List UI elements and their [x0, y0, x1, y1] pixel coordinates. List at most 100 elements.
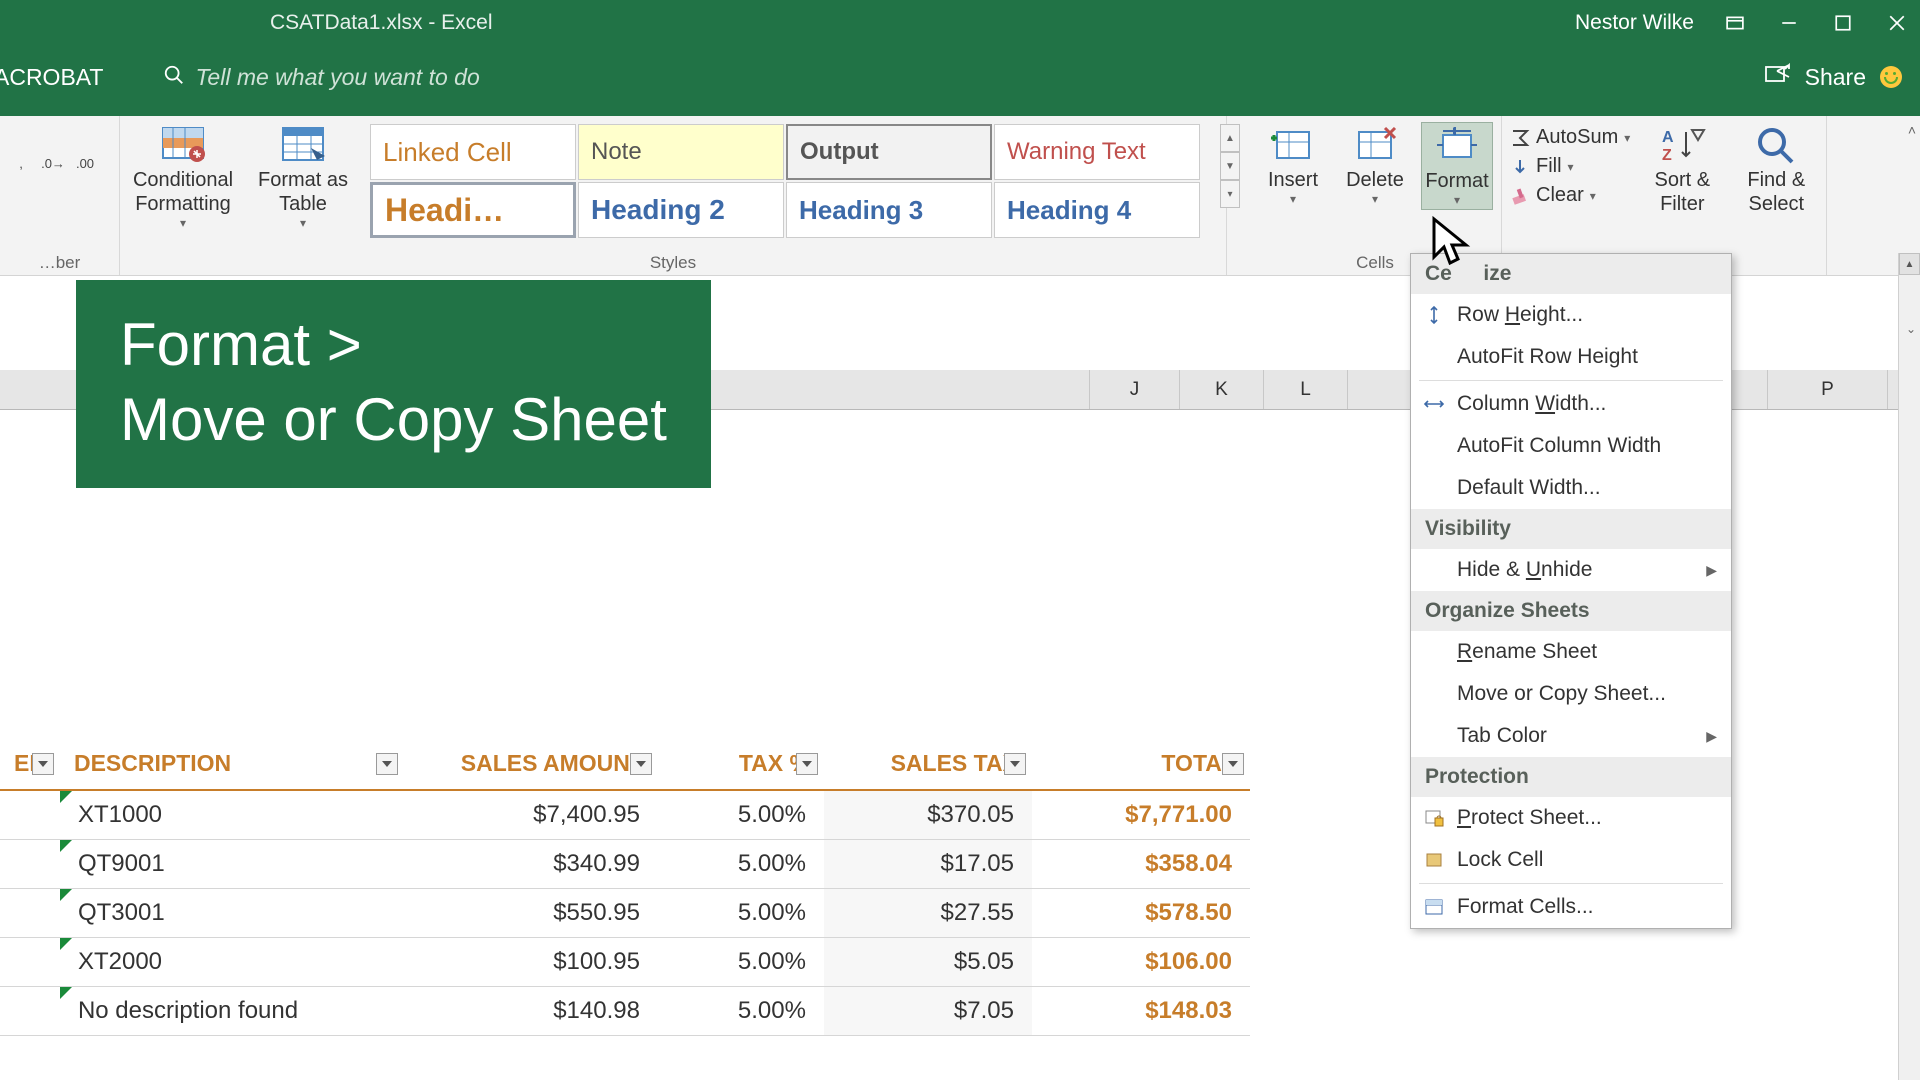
- clear-button[interactable]: Clear▾: [1510, 184, 1630, 207]
- svg-text:Z: Z: [1662, 147, 1672, 164]
- menu-hide-unhide[interactable]: Hide & Unhide ▶: [1411, 549, 1731, 591]
- filter-button[interactable]: [376, 753, 398, 775]
- format-as-table-button[interactable]: Format as Table ▾: [248, 122, 358, 230]
- increase-decimal-button[interactable]: .0→: [40, 152, 66, 174]
- submenu-arrow-icon: ▶: [1706, 728, 1717, 745]
- th-tax-pct[interactable]: TAX %: [658, 738, 824, 790]
- maximize-icon[interactable]: [1830, 10, 1856, 36]
- style-heading-4[interactable]: Heading 4: [994, 182, 1200, 238]
- menu-header-protection: Protection: [1411, 757, 1731, 797]
- delete-button[interactable]: Delete ▾: [1339, 122, 1411, 206]
- menu-col-width[interactable]: Column Width...: [1411, 383, 1731, 425]
- col-header-p[interactable]: P: [1768, 370, 1888, 409]
- menu-row-height[interactable]: Row Height...: [1411, 294, 1731, 336]
- th-description[interactable]: DESCRIPTION: [60, 738, 404, 790]
- share-button[interactable]: Share: [1805, 64, 1866, 91]
- menu-autofit-row[interactable]: AutoFit Row Height: [1411, 336, 1731, 378]
- style-linked-cell[interactable]: Linked Cell: [370, 124, 576, 180]
- conditional-formatting-icon: [159, 124, 207, 164]
- vertical-scrollbar[interactable]: ▲: [1898, 253, 1920, 1080]
- th-er[interactable]: ER: [0, 738, 60, 790]
- filter-button[interactable]: [32, 753, 54, 775]
- clear-icon: [1510, 187, 1530, 205]
- menu-lock-cell[interactable]: Lock Cell: [1411, 839, 1731, 881]
- gallery-scroll-down[interactable]: ▼: [1220, 152, 1240, 180]
- style-heading-2[interactable]: Heading 2: [578, 182, 784, 238]
- menu-tab-color[interactable]: Tab Color ▶: [1411, 715, 1731, 757]
- conditional-formatting-button[interactable]: Conditional Formatting ▾: [128, 122, 238, 230]
- col-header-k[interactable]: K: [1180, 370, 1264, 409]
- tab-acrobat[interactable]: ACROBAT: [0, 64, 123, 99]
- find-icon: [1752, 124, 1800, 164]
- autosum-icon: [1510, 129, 1530, 147]
- format-menu: Cell Size Row Height... AutoFit Row Heig…: [1410, 253, 1732, 929]
- table-row[interactable]: XT1000$7,400.955.00%$370.05$7,771.00: [0, 790, 1250, 840]
- ribbon: , .0→ .00 …ber Conditional Formatting ▾ …: [0, 116, 1920, 276]
- minimize-icon[interactable]: [1776, 10, 1802, 36]
- lock-cell-icon: [1423, 850, 1445, 870]
- menu-header-visibility: Visibility: [1411, 509, 1731, 549]
- menu-rename-sheet[interactable]: Rename Sheet: [1411, 631, 1731, 673]
- tell-me-search[interactable]: Tell me what you want to do: [163, 64, 479, 99]
- cell-styles-gallery[interactable]: Linked Cell Note Output Warning Text Hea…: [368, 122, 1218, 240]
- menu-format-cells[interactable]: Format Cells...: [1411, 886, 1731, 928]
- style-output[interactable]: Output: [786, 124, 992, 180]
- find-select-button[interactable]: Find & Select: [1734, 122, 1818, 216]
- filter-button[interactable]: [1222, 753, 1244, 775]
- menu-autofit-col[interactable]: AutoFit Column Width: [1411, 425, 1731, 467]
- insert-button[interactable]: Insert ▾: [1257, 122, 1329, 206]
- table-row[interactable]: QT3001$550.955.00%$27.55$578.50: [0, 889, 1250, 938]
- th-sales-tax[interactable]: SALES TAX: [824, 738, 1032, 790]
- menu-default-width[interactable]: Default Width...: [1411, 467, 1731, 509]
- fill-button[interactable]: Fill▾: [1510, 155, 1630, 178]
- gallery-scroll-up[interactable]: ▲: [1220, 124, 1240, 152]
- feedback-icon[interactable]: [1880, 66, 1902, 88]
- col-header-l[interactable]: L: [1264, 370, 1348, 409]
- close-icon[interactable]: [1884, 10, 1910, 36]
- th-sales-amount[interactable]: SALES AMOUNT: [404, 738, 658, 790]
- editing-group: AutoSum▾ Fill▾ Clear▾ AZ Sort & Filter F…: [1502, 116, 1827, 275]
- scroll-up-button[interactable]: ▲: [1899, 253, 1920, 275]
- decrease-decimal-button[interactable]: .00: [72, 152, 98, 174]
- collapse-ribbon-icon[interactable]: ˄: [1908, 122, 1916, 138]
- chevron-down-icon: ▾: [180, 216, 186, 230]
- mouse-cursor: [1428, 215, 1472, 276]
- filter-button[interactable]: [630, 753, 652, 775]
- formula-expand-icon[interactable]: ⌄: [1906, 322, 1916, 336]
- style-heading-3[interactable]: Heading 3: [786, 182, 992, 238]
- style-heading-1[interactable]: Headi…: [370, 182, 576, 238]
- th-total[interactable]: TOTAL: [1032, 738, 1250, 790]
- ribbon-display-icon[interactable]: [1722, 10, 1748, 36]
- style-note[interactable]: Note: [578, 124, 784, 180]
- insert-icon: [1269, 124, 1317, 164]
- user-name[interactable]: Nestor Wilke: [1575, 11, 1694, 35]
- table-row[interactable]: No description found$140.985.00%$7.05$14…: [0, 987, 1250, 1036]
- col-width-icon: [1423, 394, 1445, 414]
- search-icon: [163, 64, 185, 91]
- fill-icon: [1510, 158, 1530, 176]
- menu-move-copy-sheet[interactable]: Move or Copy Sheet...: [1411, 673, 1731, 715]
- table-row[interactable]: XT2000$100.955.00%$5.05$106.00: [0, 938, 1250, 987]
- format-as-table-icon: [279, 124, 327, 164]
- window-title: CSATData1.xlsx - Excel: [270, 11, 493, 35]
- sort-filter-button[interactable]: AZ Sort & Filter: [1640, 122, 1724, 216]
- autosum-button[interactable]: AutoSum▾: [1510, 126, 1630, 149]
- menu-protect-sheet[interactable]: Protect Sheet...: [1411, 797, 1731, 839]
- chevron-down-icon: ▾: [1290, 192, 1296, 206]
- comma-style-button[interactable]: ,: [8, 152, 34, 174]
- chevron-down-icon: ▾: [1372, 192, 1378, 206]
- filter-button[interactable]: [1004, 753, 1026, 775]
- style-warning[interactable]: Warning Text: [994, 124, 1200, 180]
- col-header-j[interactable]: J: [1090, 370, 1180, 409]
- filter-button[interactable]: [796, 753, 818, 775]
- menu-header-organize: Organize Sheets: [1411, 591, 1731, 631]
- gallery-more[interactable]: ▾: [1220, 180, 1240, 208]
- format-button[interactable]: Format ▾: [1421, 122, 1493, 210]
- share-icon[interactable]: [1763, 63, 1791, 92]
- data-table: ER DESCRIPTION SALES AMOUNT TAX % SALES …: [0, 738, 1250, 1036]
- table-row[interactable]: QT9001$340.995.00%$17.05$358.04: [0, 840, 1250, 889]
- row-height-icon: [1423, 305, 1445, 325]
- tutorial-callout: Format > Move or Copy Sheet: [76, 280, 711, 488]
- ribbon-tabs: ACROBAT Tell me what you want to do Shar…: [0, 46, 1920, 116]
- submenu-arrow-icon: ▶: [1706, 562, 1717, 579]
